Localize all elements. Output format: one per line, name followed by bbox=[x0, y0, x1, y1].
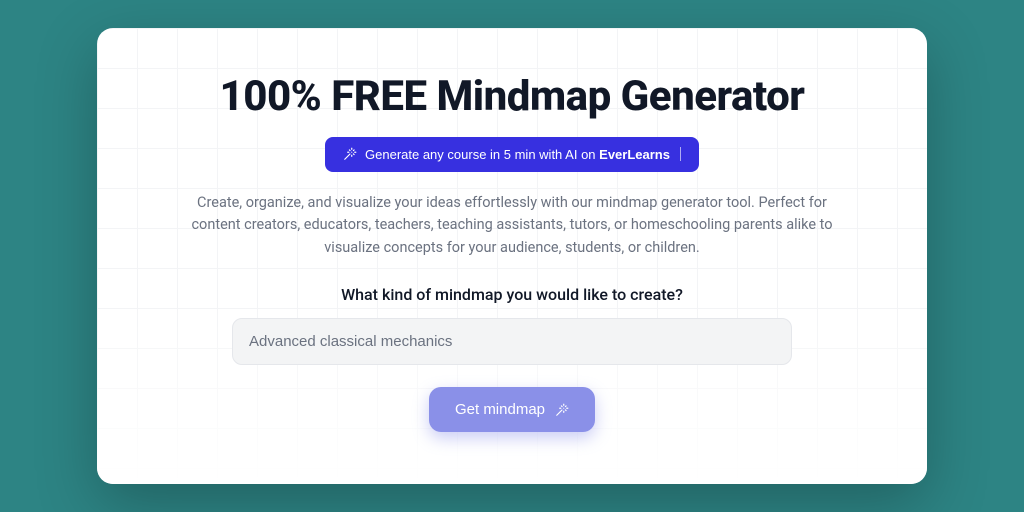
get-mindmap-button[interactable]: Get mindmap bbox=[429, 387, 595, 432]
promo-prefix: Generate any course in 5 min with AI on bbox=[365, 147, 599, 162]
mindmap-topic-input[interactable] bbox=[232, 318, 792, 365]
description-text: Create, organize, and visualize your ide… bbox=[182, 192, 842, 259]
input-container bbox=[232, 318, 792, 365]
input-label: What kind of mindmap you would like to c… bbox=[341, 285, 683, 304]
card-content: 100% FREE Mindmap Generator Generate any… bbox=[145, 72, 879, 432]
promo-text: Generate any course in 5 min with AI on … bbox=[365, 147, 670, 162]
page-title: 100% FREE Mindmap Generator bbox=[220, 72, 805, 121]
cursor-indicator bbox=[680, 147, 681, 161]
cta-label: Get mindmap bbox=[455, 401, 545, 418]
main-card: 100% FREE Mindmap Generator Generate any… bbox=[97, 28, 927, 484]
promo-button[interactable]: Generate any course in 5 min with AI on … bbox=[325, 137, 699, 172]
magic-wand-icon bbox=[555, 403, 569, 417]
magic-wand-icon bbox=[343, 147, 357, 161]
promo-brand: EverLearns bbox=[599, 147, 670, 162]
